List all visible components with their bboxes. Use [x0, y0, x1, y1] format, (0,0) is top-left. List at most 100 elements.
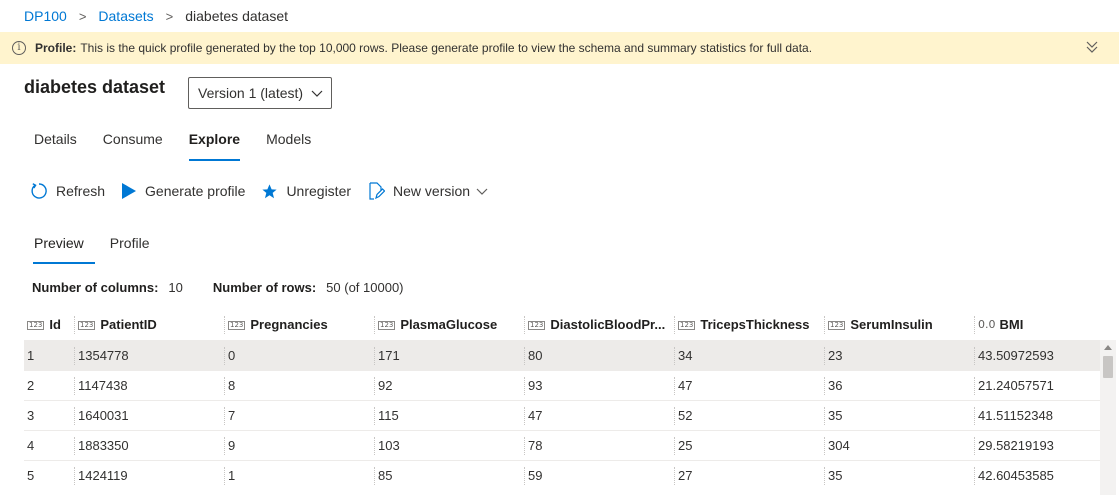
- table-cell-value: 7: [228, 407, 236, 423]
- table-cell: 80: [524, 341, 674, 371]
- table-cell-value: 1: [228, 467, 236, 483]
- table-cell: 36: [824, 371, 974, 401]
- column-header-bmi[interactable]: 0.0 BMI: [974, 310, 1100, 340]
- refresh-button[interactable]: Refresh: [30, 182, 105, 200]
- table-cell: 34: [674, 341, 824, 371]
- tab-consume[interactable]: Consume: [93, 123, 173, 161]
- tab-preview[interactable]: Preview: [24, 226, 95, 264]
- table-cell-value: 304: [828, 437, 850, 453]
- table-cell-value: 9: [228, 437, 236, 453]
- tab-profile[interactable]: Profile: [100, 226, 160, 264]
- columns-count-value: 10: [168, 280, 183, 295]
- column-divider[interactable]: [74, 316, 75, 334]
- breadcrumb: DP100 > Datasets > diabetes dataset: [24, 6, 288, 26]
- table-cell: 25: [674, 431, 824, 461]
- table-cell-value: 93: [528, 377, 543, 393]
- column-header-seruminsulin[interactable]: 123 SerumInsulin: [824, 310, 974, 340]
- column-header-label: BMI: [999, 317, 1024, 332]
- table-cell-value: 78: [528, 437, 543, 453]
- table-cell-value: 1640031: [78, 407, 129, 423]
- tab-explore[interactable]: Explore: [179, 123, 250, 161]
- table-row[interactable]: 4 1883350 9 103 78 25 304 29.58219193: [24, 430, 1100, 460]
- table-cell-value: 103: [378, 437, 400, 453]
- column-header-pregnancies[interactable]: 123 Pregnancies: [224, 310, 374, 340]
- table-cell-value: 34: [678, 347, 693, 363]
- table-cell-value: 35: [828, 407, 843, 423]
- column-header-id[interactable]: 123 Id: [24, 310, 74, 340]
- generate-profile-button[interactable]: Generate profile: [121, 182, 245, 200]
- unregister-button[interactable]: Unregister: [261, 183, 351, 200]
- column-header-label: Id: [49, 317, 61, 332]
- column-header-patientid[interactable]: 123 PatientID: [74, 310, 224, 340]
- table-cell-value: 80: [528, 347, 543, 363]
- column-header-tricepsthickness[interactable]: 123 TricepsThickness: [674, 310, 824, 340]
- breadcrumb-dp100[interactable]: DP100: [24, 8, 67, 24]
- table-row[interactable]: 3 1640031 7 115 47 52 35 41.51152348: [24, 400, 1100, 430]
- table-cell-value: 171: [378, 347, 400, 363]
- chevron-double-down-icon[interactable]: [1085, 39, 1099, 55]
- column-divider[interactable]: [524, 316, 525, 334]
- decimal-type-icon: 0.0: [978, 318, 996, 331]
- star-icon: [262, 183, 278, 198]
- column-header-label: PlasmaGlucose: [400, 317, 498, 332]
- table-cell: 47: [674, 371, 824, 401]
- table-cell-value: 29.58219193: [978, 437, 1054, 453]
- rows-count-label: Number of rows:: [212, 280, 317, 295]
- breadcrumb-datasets[interactable]: Datasets: [98, 8, 153, 24]
- column-header-label: DiastolicBloodPr...: [550, 317, 666, 332]
- integer-type-icon: 123: [528, 320, 546, 330]
- column-header-plasmaglucose[interactable]: 123 PlasmaGlucose: [374, 310, 524, 340]
- grid-vertical-scrollbar[interactable]: [1100, 340, 1116, 495]
- column-divider[interactable]: [674, 316, 675, 334]
- profile-banner: i Profile: This is the quick profile gen…: [0, 32, 1119, 64]
- scroll-up-arrow-icon[interactable]: [1104, 344, 1112, 350]
- table-cell: 42.60453585: [974, 461, 1100, 491]
- new-version-button[interactable]: New version: [367, 182, 496, 200]
- new-version-label: New version: [393, 183, 471, 199]
- column-divider[interactable]: [224, 316, 225, 334]
- table-cell: 1424119: [74, 461, 224, 491]
- table-row[interactable]: 1 1354778 0 171 80 34 23 43.50972593: [24, 340, 1100, 370]
- table-cell: 92: [374, 371, 524, 401]
- table-cell: 23: [824, 341, 974, 371]
- table-cell: 4: [27, 437, 35, 453]
- column-divider[interactable]: [974, 316, 975, 334]
- table-cell: 43.50972593: [974, 341, 1100, 371]
- table-cell-value: 43.50972593: [978, 347, 1054, 363]
- table-cell-value: 47: [678, 377, 693, 393]
- column-divider[interactable]: [374, 316, 375, 334]
- toolbar: Refresh Generate profile Unregister New …: [30, 180, 512, 202]
- integer-type-icon: 123: [228, 320, 246, 330]
- table-cell: 2: [27, 377, 35, 393]
- table-cell-value: 59: [528, 467, 543, 483]
- integer-type-icon: 123: [828, 320, 846, 330]
- column-header-diastolicbloodpressure[interactable]: 123 DiastolicBloodPr...: [524, 310, 674, 340]
- version-dropdown-value: Version 1 (latest): [198, 85, 304, 101]
- table-cell: 1147438: [74, 371, 224, 401]
- tab-models[interactable]: Models: [256, 123, 321, 161]
- breadcrumb-separator: >: [165, 8, 174, 24]
- version-dropdown[interactable]: Version 1 (latest): [188, 77, 332, 109]
- table-cell: 304: [824, 431, 974, 461]
- dataset-counts: Number of columns: 10 Number of rows: 50…: [32, 280, 434, 295]
- table-cell-value: 115: [378, 407, 399, 423]
- column-header-label: SerumInsulin: [850, 317, 933, 332]
- generate-profile-label: Generate profile: [145, 183, 246, 199]
- table-row[interactable]: 2 1147438 8 92 93 47 36 21.24057571: [24, 370, 1100, 400]
- table-cell: 1354778: [74, 341, 224, 371]
- banner-bold-label: Profile:: [35, 41, 77, 55]
- columns-count-label: Number of columns:: [32, 280, 159, 295]
- column-divider[interactable]: [824, 316, 825, 334]
- play-icon: [122, 183, 137, 199]
- column-header-label: PatientID: [100, 317, 157, 332]
- table-cell-value: 36: [828, 377, 843, 393]
- integer-type-icon: 123: [27, 320, 45, 330]
- banner-text: This is the quick profile generated by t…: [80, 41, 813, 55]
- table-cell: 93: [524, 371, 674, 401]
- info-icon: i: [12, 41, 26, 55]
- table-row[interactable]: 5 1424119 1 85 59 27 35 42.60453585: [24, 460, 1100, 490]
- table-cell: 78: [524, 431, 674, 461]
- tab-details[interactable]: Details: [24, 123, 87, 161]
- breadcrumb-separator: >: [78, 8, 87, 24]
- scrollbar-thumb[interactable]: [1103, 356, 1113, 378]
